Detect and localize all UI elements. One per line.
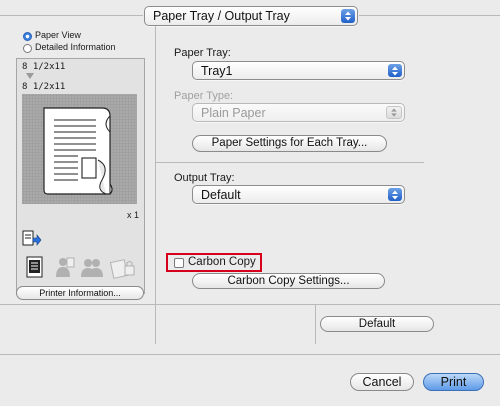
account-track-icon: [81, 259, 103, 277]
footer-divider-vertical: [315, 304, 316, 344]
paper-view-label: Paper View: [35, 30, 81, 40]
popup-arrows-icon: [341, 9, 355, 23]
default-button-label: Default: [358, 318, 396, 330]
output-tray-value: Default: [201, 188, 241, 202]
detailed-info-radio[interactable]: [23, 44, 32, 53]
section-divider: [156, 162, 424, 163]
document-settings-icon: [26, 256, 43, 278]
cancel-button[interactable]: Cancel: [350, 373, 414, 391]
popup-arrows-icon: [388, 188, 402, 201]
paper-settings-each-tray-label: Paper Settings for Each Tray...: [211, 137, 368, 149]
detailed-info-label: Detailed Information: [35, 42, 116, 52]
top-divider-right: [359, 15, 500, 16]
paper-tray-value: Tray1: [201, 64, 233, 78]
input-paper-size: 8 1/2x11: [22, 62, 66, 72]
down-triangle-icon: [26, 73, 34, 79]
output-tray-label: Output Tray:: [174, 172, 235, 184]
carbon-copy-checkbox[interactable]: [174, 258, 184, 268]
print-button[interactable]: Print: [423, 373, 484, 391]
output-tray-icon: [22, 230, 42, 246]
carbon-copy-settings-button[interactable]: Carbon Copy Settings...: [192, 273, 385, 289]
carbon-copy-label: Carbon Copy: [188, 256, 256, 268]
paper-tray-select[interactable]: Tray1: [192, 61, 405, 80]
tray-section-selector[interactable]: Paper Tray / Output Tray: [144, 6, 358, 26]
footer-divider-left: [0, 304, 500, 305]
popup-arrows-icon: [386, 106, 402, 119]
paper-preview-panel: 8 1/2x11 8 1/2x11 x 1: [16, 58, 145, 294]
right-panel-left-edge: [155, 26, 156, 344]
tray-section-selector-value: Paper Tray / Output Tray: [153, 9, 290, 23]
bottom-divider: [0, 354, 500, 355]
copies-count: x 1: [127, 210, 140, 220]
popup-arrows-icon: [388, 64, 402, 77]
output-tray-select[interactable]: Default: [192, 185, 405, 204]
document-page-icon: [43, 107, 113, 195]
paper-tray-label: Paper Tray:: [174, 47, 231, 59]
printer-information-button-label: Printer Information...: [39, 288, 121, 298]
paper-settings-each-tray-button[interactable]: Paper Settings for Each Tray...: [192, 135, 387, 152]
page-thumbnail-area: [22, 94, 137, 204]
output-paper-size: 8 1/2x11: [22, 82, 66, 92]
paper-type-select[interactable]: Plain Paper: [192, 103, 405, 122]
cancel-button-label: Cancel: [362, 375, 402, 389]
printer-information-button[interactable]: Printer Information...: [16, 286, 144, 300]
carbon-copy-settings-label: Carbon Copy Settings...: [227, 275, 350, 287]
default-button[interactable]: Default: [320, 316, 434, 332]
top-divider-left: [0, 15, 143, 16]
paper-type-label: Paper Type:: [174, 90, 234, 102]
user-auth-icon: [56, 257, 75, 277]
print-button-label: Print: [440, 375, 467, 389]
paper-view-radio[interactable]: [23, 32, 32, 41]
secure-print-icon: [110, 259, 135, 279]
paper-type-value: Plain Paper: [201, 106, 266, 120]
